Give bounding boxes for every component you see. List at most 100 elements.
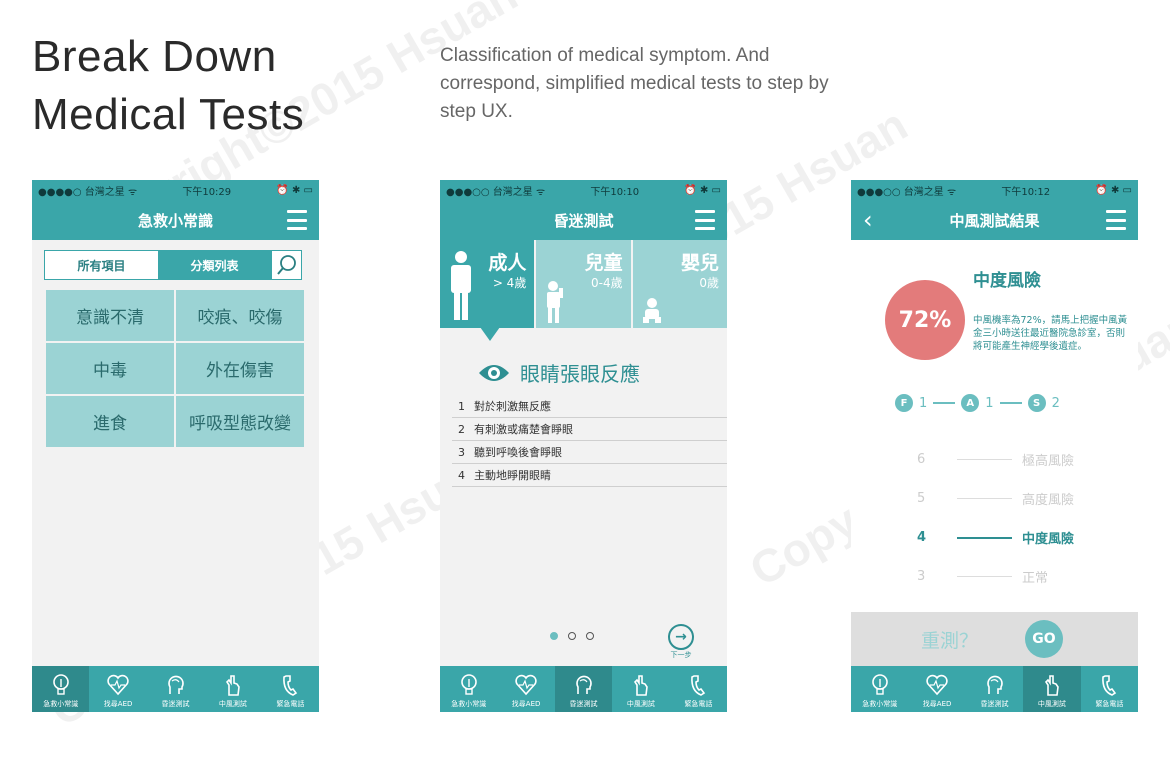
fas-connector (999, 402, 1022, 404)
tab-head[interactable]: 昏迷測試 (966, 666, 1023, 712)
risk-scale-line (957, 498, 1012, 499)
retest-bar: 重測？ GO (851, 612, 1138, 666)
tab-bulb[interactable]: 急救小常識 (32, 666, 90, 712)
tab-heart-pulse[interactable]: 找尋AED (89, 666, 146, 712)
menu-icon[interactable] (287, 210, 307, 230)
next-step-button[interactable]: → 下一步 (668, 624, 694, 660)
answer-option[interactable]: 4 主動地睜開眼睛 (452, 464, 727, 487)
child-icon (547, 281, 564, 323)
answer-option[interactable]: 3 聽到呼喚後會睜眼 (452, 441, 727, 464)
option-number: 4 (458, 468, 465, 482)
fas-score: 1 (919, 395, 928, 411)
risk-scale-row: 5 高度風險 (917, 479, 1117, 518)
option-number: 1 (458, 399, 465, 413)
category-item[interactable]: 進食 (46, 396, 174, 447)
tab-heart-pulse[interactable]: 找尋AED (908, 666, 965, 712)
phone-icon (1102, 675, 1117, 696)
age-tab-child[interactable]: 兒童 0-4歲 (534, 240, 631, 328)
search-button[interactable] (271, 251, 301, 279)
tab-head[interactable]: 昏迷測試 (147, 666, 204, 712)
carrier-signal: ●●●●○ 台灣之星 ᯤ (38, 186, 138, 198)
category-item[interactable]: 咬痕、咬傷 (176, 290, 304, 341)
risk-scale-line (957, 536, 1012, 539)
page-dot[interactable] (568, 632, 576, 640)
tab-phone[interactable]: 緊急電話 (1081, 666, 1138, 712)
menu-icon[interactable] (695, 210, 715, 230)
battery-icon: ⏰ ✱ ▭ (276, 184, 313, 196)
category-item[interactable]: 呼吸型態改變 (176, 396, 304, 447)
option-text: 對於刺激無反應 (474, 400, 551, 413)
answer-option[interactable]: 1 對於刺激無反應 (452, 395, 727, 418)
go-button[interactable]: GO (1025, 620, 1063, 658)
option-text: 聽到呼喚後會睜眼 (474, 446, 562, 459)
presentation-slide: Copyright©2015 Hsuan Copyright©2015 Hsua… (0, 0, 1170, 762)
battery-icon: ⏰ ✱ ▭ (684, 184, 721, 196)
tab-label: 昏迷測試 (161, 700, 190, 708)
age-range: 0-4歲 (591, 276, 623, 290)
age-tab-adult[interactable]: 成人 > 4歲 (440, 240, 535, 328)
nav-title: 急救小常識 (137, 211, 213, 230)
tab-heart-pulse[interactable]: 找尋AED (497, 666, 554, 712)
eye-icon (479, 364, 509, 381)
tab-label: 昏迷測試 (569, 700, 598, 708)
risk-scale: 6 極高風險 5 高度風險 4 中度風險 3 正常 (917, 440, 1117, 596)
option-text: 主動地睜開眼睛 (474, 469, 551, 482)
tab-bar: 急救小常識 找尋AED 昏迷測試 中風測試 緊急電話 (851, 666, 1138, 712)
option-number: 3 (458, 445, 465, 459)
heart-pulse-icon (515, 674, 537, 696)
page-dot[interactable] (550, 632, 558, 640)
tab-head[interactable]: 昏迷測試 (554, 666, 613, 712)
tab-bulb[interactable]: 急救小常識 (440, 666, 497, 712)
search-icon (276, 255, 296, 275)
menu-icon[interactable] (1106, 210, 1126, 230)
category-item[interactable]: 外在傷害 (176, 343, 304, 394)
tab-hand[interactable]: 中風測試 (1023, 666, 1081, 712)
tab-label: 急救小常識 (43, 700, 79, 708)
slide-description: Classification of medical symptom. And c… (440, 45, 829, 122)
tab-bulb[interactable]: 急救小常識 (851, 666, 908, 712)
tab-hand[interactable]: 中風測試 (204, 666, 261, 712)
segment-category-list[interactable]: 分類列表 (158, 251, 271, 279)
age-range: 0歲 (699, 276, 719, 290)
nav-bar: 急救小常識 (32, 200, 319, 240)
back-chevron-icon[interactable]: ‹ (863, 206, 873, 234)
heart-pulse-icon (107, 674, 129, 696)
risk-level-title: 中度風險 (973, 271, 1041, 291)
tab-label: 緊急電話 (1095, 700, 1124, 708)
segment-all-items[interactable]: 所有項目 (45, 251, 158, 279)
risk-scale-value: 4 (917, 530, 927, 545)
head-icon (167, 675, 184, 694)
risk-scale-line (957, 459, 1012, 460)
status-time: 下午10:10 (590, 186, 640, 198)
risk-scale-row: 4 中度風險 (917, 518, 1117, 557)
hand-icon (1044, 675, 1059, 696)
answer-option[interactable]: 2 有刺激或痛楚會睜眼 (452, 418, 727, 441)
option-text: 有刺激或痛楚會睜眼 (474, 423, 573, 436)
fas-badge-s: S (1027, 394, 1046, 412)
phone-coma-test: ●●●○○ 台灣之星 ᯤ 下午10:10 ⏰ ✱ ▭ 昏迷測試 成人 > 4歲 … (440, 180, 727, 712)
status-bar: ●●●○○ 台灣之星 ᯤ 下午10:12 ⏰ ✱ ▭ (851, 180, 1138, 200)
tab-label: 中風測試 (1037, 700, 1066, 708)
page-dot[interactable] (586, 632, 594, 640)
tab-label: 急救小常識 (862, 700, 898, 708)
nav-title: 中風測試結果 (949, 211, 1040, 230)
next-step-label: 下一步 (670, 651, 692, 659)
bulb-icon (52, 674, 69, 695)
age-name: 嬰兒 (680, 252, 719, 274)
category-item[interactable]: 意識不清 (46, 290, 174, 341)
tab-phone[interactable]: 緊急電話 (670, 666, 727, 712)
risk-scale-value: 3 (917, 569, 926, 584)
tab-hand[interactable]: 中風測試 (612, 666, 669, 712)
question-title: 眼睛張眼反應 (478, 358, 640, 387)
category-item[interactable]: 中毒 (46, 343, 174, 394)
fas-score: 1 (985, 395, 994, 411)
age-tab-infant[interactable]: 嬰兒 0歲 (630, 240, 727, 328)
risk-scale-label: 高度風險 (1022, 493, 1075, 508)
fas-badge-f: F (895, 394, 913, 412)
risk-scale-label: 極高風險 (1022, 454, 1075, 469)
status-bar: ●●●○○ 台灣之星 ᯤ 下午10:10 ⏰ ✱ ▭ (440, 180, 727, 200)
risk-scale-line (957, 576, 1012, 577)
tab-phone[interactable]: 緊急電話 (262, 666, 319, 712)
page-indicator[interactable] (550, 632, 594, 640)
heart-pulse-icon (926, 674, 948, 696)
